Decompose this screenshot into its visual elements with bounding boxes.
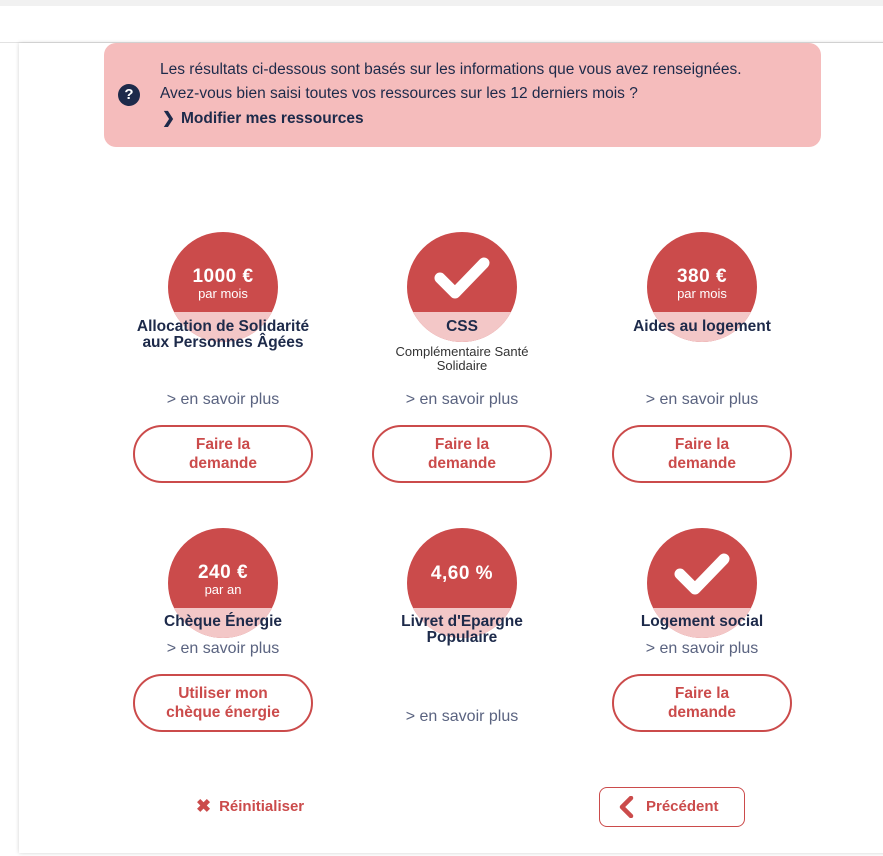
button-label-line2: demande — [427, 455, 497, 472]
previous-label: Précédent — [646, 798, 719, 815]
benefit-tile-energy-check: 240 € par an Chèque Énergie > en savoir … — [103, 528, 343, 738]
benefit-tile-aspa: 1000 € par mois Allocation de Solidarité… — [103, 232, 343, 492]
learn-more-link[interactable]: > en savoir plus — [342, 391, 582, 409]
benefit-title: Logement social — [640, 613, 764, 630]
edit-resources-label: Modifier mes ressources — [181, 110, 364, 127]
benefit-subtitle: Complémentaire Santé Solidaire — [342, 345, 582, 373]
request-button[interactable]: Faire la demande — [133, 425, 313, 483]
learn-more-link[interactable]: > en savoir plus — [582, 391, 822, 409]
reset-label: Réinitialiser — [219, 798, 305, 815]
previous-button[interactable]: Précédent — [599, 787, 745, 827]
amount-value: 380 € — [676, 266, 728, 287]
amount-value: 240 € — [197, 562, 249, 583]
request-button[interactable]: Faire la demande — [612, 425, 792, 483]
learn-more-link[interactable]: > en savoir plus — [103, 391, 343, 409]
question-circle-icon: ? — [118, 84, 140, 106]
learn-more-link[interactable]: > en savoir plus — [342, 708, 582, 726]
benefit-tile-css: CSS Complémentaire Santé Solidaire > en … — [342, 232, 582, 492]
amount-unit: par mois — [677, 286, 727, 301]
rate-value: 4,60 % — [430, 563, 494, 584]
benefit-tile-housing-aid: 380 € par mois Aides au logement > en sa… — [582, 232, 822, 492]
benefit-subtitle-line1: Complémentaire Santé — [395, 344, 529, 359]
check-icon — [434, 257, 490, 299]
benefit-subtitle-line2: Solidaire — [436, 358, 488, 373]
benefit-title: Allocation de Solidarité aux Personnes Â… — [103, 319, 343, 351]
button-label-line1: Faire la — [434, 436, 490, 453]
benefit-tile-social-housing: Logement social > en savoir plus Faire l… — [582, 528, 822, 738]
request-button[interactable]: Faire la demande — [612, 674, 792, 732]
button-label-line2: demande — [667, 455, 737, 472]
use-energy-check-button[interactable]: Utiliser mon chèque énergie — [133, 674, 313, 732]
reset-button[interactable]: ✖ Réinitialiser — [196, 796, 304, 817]
benefit-title: Chèque Énergie — [164, 613, 282, 630]
check-icon — [674, 553, 730, 595]
alert-text-line1: Les résultats ci-dessous sont basés sur … — [160, 61, 742, 78]
edit-resources-link[interactable]: ❯ Modifier mes ressources — [162, 109, 364, 128]
button-label-line1: Utiliser mon — [178, 685, 268, 702]
button-label-line1: Faire la — [674, 436, 730, 453]
button-label-line1: Faire la — [195, 436, 251, 453]
chevron-left-icon — [619, 796, 634, 818]
button-label-line2: chèque énergie — [166, 704, 280, 721]
alert-text-line2: Avez-vous bien saisi toutes vos ressourc… — [160, 85, 638, 102]
benefit-title-line1: Livret d'Epargne — [401, 613, 523, 630]
benefit-title-line2: Populaire — [426, 629, 498, 646]
learn-more-link[interactable]: > en savoir plus — [582, 640, 822, 658]
amount-unit: par an — [204, 582, 242, 597]
benefit-tile-savings-account: 4,60 % Livret d'Epargne Populaire > en s… — [342, 528, 582, 738]
benefit-title: Aides au logement — [633, 318, 771, 335]
info-alert: ? Les résultats ci-dessous sont basés su… — [104, 43, 821, 147]
amount-value: 1000 € — [192, 266, 254, 287]
button-label-line2: demande — [188, 455, 258, 472]
chevron-right-icon: ❯ — [162, 110, 175, 127]
benefit-title-line1: Allocation de Solidarité — [136, 318, 310, 335]
button-label-line2: demande — [667, 704, 737, 721]
benefit-title: CSS — [446, 318, 478, 335]
benefit-title-line2: aux Personnes Âgées — [142, 334, 304, 351]
learn-more-link[interactable]: > en savoir plus — [103, 640, 343, 658]
button-label-line1: Faire la — [674, 685, 730, 702]
browser-top-strip — [0, 0, 883, 6]
amount-unit: par mois — [198, 286, 248, 301]
close-icon: ✖ — [196, 796, 212, 816]
benefit-title: Livret d'Epargne Populaire — [342, 614, 582, 646]
request-button[interactable]: Faire la demande — [372, 425, 552, 483]
